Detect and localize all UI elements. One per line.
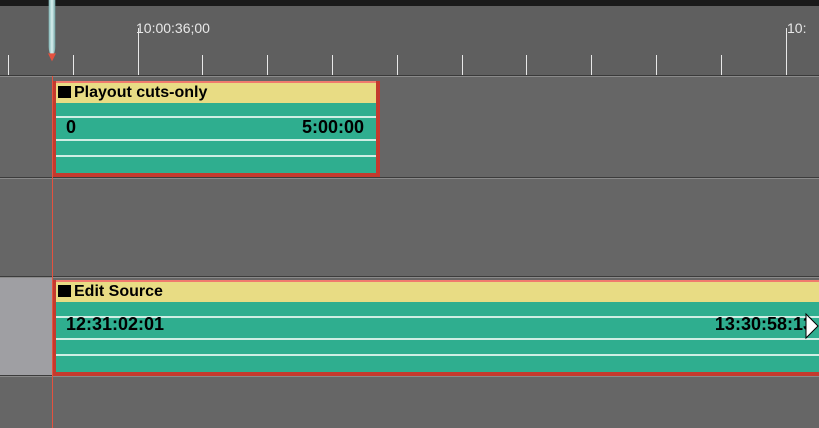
clip-start-timecode: 0 — [66, 117, 77, 137]
timeline-track-1[interactable]: Playout cuts-only 0 5:00:00 — [0, 76, 819, 178]
timeline-ruler[interactable]: 10:00:36;00 10: — [0, 0, 819, 76]
ruler-tick — [332, 55, 333, 76]
clip-start-timecode: 12:31:02:01 — [66, 314, 165, 334]
ruler-tick — [138, 28, 139, 76]
clip-divider-line — [52, 354, 819, 356]
clip-bottom-border — [52, 173, 380, 177]
track-gap-region — [0, 278, 52, 375]
ruler-timecode-label: 10:00:36;00 — [136, 20, 210, 36]
clip-divider-line — [52, 155, 380, 157]
clip-trim-handle-right[interactable] — [376, 81, 380, 177]
clip-end-timecode: 13:30:58:13 — [714, 314, 813, 334]
ruler-tick — [73, 55, 74, 76]
clip-square-icon — [58, 285, 71, 297]
clip-square-icon — [58, 86, 71, 98]
clip-name: Edit Source — [74, 283, 163, 300]
timeline-track-2[interactable] — [0, 178, 819, 277]
ruler-tick — [202, 55, 203, 76]
ruler-tick — [8, 55, 9, 76]
clip-divider-line — [52, 139, 380, 141]
arrow-cursor-icon — [805, 312, 819, 340]
ruler-tick — [591, 55, 592, 76]
ruler-tick — [397, 55, 398, 76]
timeline-track-4[interactable] — [0, 376, 819, 428]
clip-divider-line — [52, 316, 819, 318]
ruler-tick — [786, 28, 787, 76]
clip-divider-line — [52, 338, 819, 340]
timeline-clip-edit-source[interactable]: Edit Source 12:31:02:01 13:30:58:13 — [52, 280, 819, 376]
ruler-tick — [462, 55, 463, 76]
clip-title-bar: Playout cuts-only — [52, 81, 380, 103]
ruler-tick — [526, 55, 527, 76]
clip-title-bar: Edit Source — [52, 280, 819, 302]
playhead-line[interactable] — [52, 76, 53, 428]
ruler-tick — [656, 55, 657, 76]
clip-name: Playout cuts-only — [74, 84, 208, 101]
ruler-tick — [721, 55, 722, 76]
timeline-track-3[interactable]: Edit Source 12:31:02:01 13:30:58:13 — [0, 277, 819, 376]
ruler-timecode-label: 10: — [787, 20, 807, 36]
ruler-tick — [267, 55, 268, 76]
clip-end-timecode: 5:00:00 — [301, 117, 364, 137]
playhead-marker-icon[interactable] — [43, 0, 61, 64]
timeline-clip-playout[interactable]: Playout cuts-only 0 5:00:00 — [52, 81, 380, 177]
